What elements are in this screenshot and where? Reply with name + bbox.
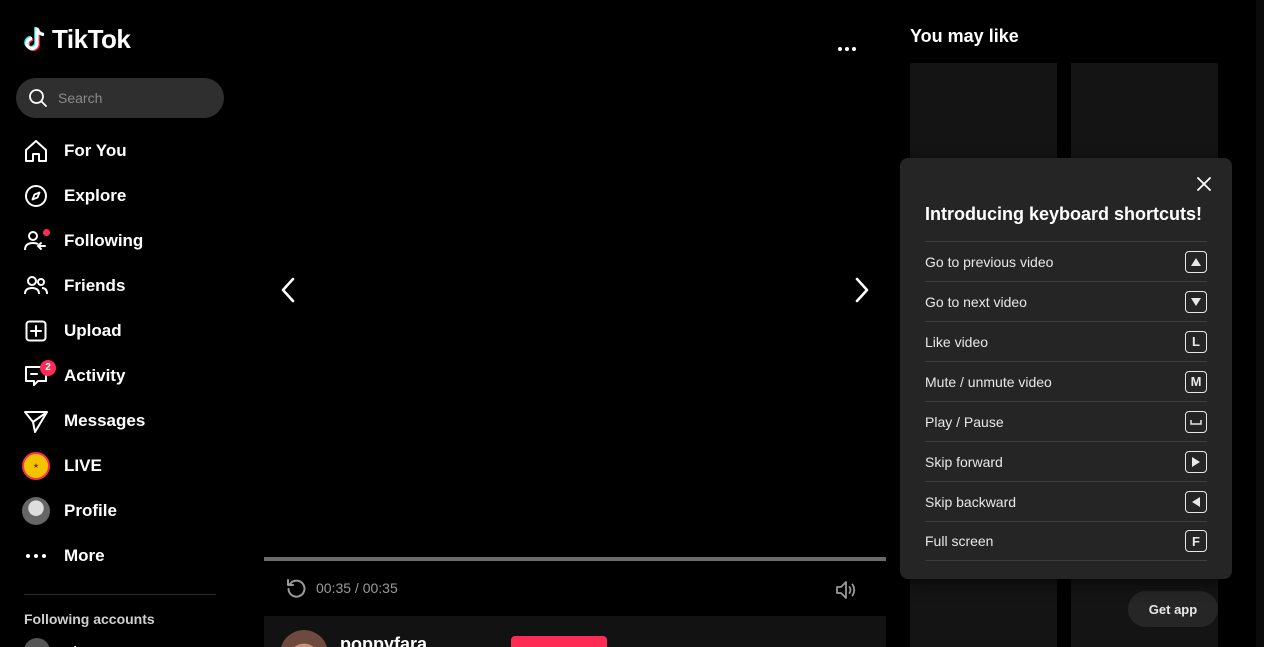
search-box[interactable]	[16, 78, 224, 118]
follow-button[interactable]	[511, 636, 607, 647]
sidebar: TikTok For You Explore Following	[0, 0, 240, 647]
messages-icon	[22, 407, 50, 435]
search-input[interactable]	[58, 90, 208, 106]
shortcut-row: Skip forward	[925, 441, 1207, 481]
friends-icon	[22, 272, 50, 300]
video-controls: 00:35 / 00:35	[264, 568, 886, 608]
shortcut-label: Mute / unmute video	[925, 373, 1052, 390]
volume-icon[interactable]	[834, 578, 858, 602]
nav-item-friends[interactable]: Friends	[22, 263, 222, 308]
nav-label: Activity	[64, 365, 126, 385]
nav-label: Upload	[64, 320, 122, 340]
nav-item-for-you[interactable]: For You	[22, 128, 222, 173]
compass-icon	[22, 182, 50, 210]
following-account-item[interactable]: rajesa	[24, 638, 100, 647]
video-progress-bar[interactable]	[264, 557, 886, 561]
shortcut-label: Skip forward	[925, 453, 1003, 470]
key-right-icon	[1185, 450, 1207, 473]
nav-item-live[interactable]: ★ LIVE	[22, 443, 222, 488]
shortcut-row: Play / Pause	[925, 401, 1207, 441]
popup-title: Introducing keyboard shortcuts!	[925, 204, 1203, 224]
shortcut-label: Full screen	[925, 533, 994, 549]
author-bar: poppyfara	[264, 616, 886, 647]
shortcut-row: Go to next video	[925, 281, 1207, 321]
nav-item-upload[interactable]: Upload	[22, 308, 222, 353]
tiktok-logo[interactable]: TikTok	[22, 24, 131, 55]
scrollbar[interactable]	[1256, 0, 1264, 647]
shortcut-row: Mute / unmute video M	[925, 361, 1207, 401]
key-f: F	[1185, 530, 1207, 552]
nav-label: Following	[64, 230, 144, 250]
shortcut-row: Full screen F	[925, 521, 1207, 561]
key-l: L	[1185, 330, 1207, 353]
previous-video-arrow[interactable]	[272, 274, 304, 306]
shortcut-row: Go to previous video	[925, 241, 1207, 281]
shortcut-row: Skip backward	[925, 481, 1207, 521]
nav-item-messages[interactable]: Messages	[22, 398, 222, 443]
key-left-icon	[1185, 490, 1207, 513]
nav-label: For You	[64, 140, 127, 160]
nav-item-profile[interactable]: Profile	[22, 488, 222, 533]
video-progress-fill	[264, 557, 886, 561]
search-icon	[29, 89, 47, 107]
profile-avatar	[22, 496, 50, 525]
more-options-icon[interactable]	[834, 36, 860, 62]
shortcut-label: Go to next video	[925, 293, 1027, 310]
key-down-icon	[1185, 290, 1207, 313]
author-avatar[interactable]	[280, 630, 328, 647]
replay-icon[interactable]	[284, 576, 308, 600]
profile-avatar-image	[22, 496, 50, 525]
nav-item-explore[interactable]: Explore	[22, 173, 222, 218]
nav-label: Explore	[64, 185, 127, 205]
nav-label: LIVE	[64, 455, 102, 475]
shortcut-label: Skip backward	[925, 493, 1017, 510]
live-avatar-image: ★	[22, 451, 50, 480]
shortcut-label: Go to previous video	[925, 253, 1054, 270]
next-video-arrow[interactable]	[846, 274, 878, 306]
video-time: 00:35 / 00:35	[316, 580, 398, 596]
nav-label: Messages	[64, 410, 146, 430]
video-player[interactable]	[264, 0, 886, 560]
shortcut-label: Play / Pause	[925, 413, 1004, 430]
close-icon[interactable]	[1194, 174, 1214, 194]
home-icon	[22, 137, 50, 165]
nav-label: Profile	[64, 500, 117, 520]
following-account-avatar	[24, 638, 50, 647]
upload-icon	[22, 317, 50, 345]
shortcut-list: Go to previous video Go to next video Li…	[925, 241, 1207, 561]
key-space-icon	[1185, 410, 1207, 433]
get-app-button[interactable]: Get app	[1128, 591, 1218, 627]
nav-item-following[interactable]: Following	[22, 218, 222, 263]
activity-badge: 2	[40, 359, 56, 376]
key-up-icon	[1185, 250, 1207, 273]
nav-item-activity[interactable]: 2 Activity	[22, 353, 222, 398]
key-m: M	[1185, 370, 1207, 393]
main-nav: For You Explore Following Friends Upload…	[22, 128, 222, 578]
nav-label: More	[64, 545, 105, 565]
following-accounts-title: Following accounts	[24, 611, 155, 627]
following-icon	[22, 227, 50, 255]
sidebar-divider	[24, 594, 216, 595]
notification-dot	[43, 228, 50, 236]
chevron-right-icon	[855, 277, 869, 303]
tiktok-note-icon	[24, 26, 45, 51]
you-may-like-title: You may like	[910, 26, 1019, 46]
keyboard-shortcuts-popup: Introducing keyboard shortcuts! Go to pr…	[900, 158, 1232, 579]
chevron-left-icon	[281, 277, 295, 303]
shortcut-label: Like video	[925, 333, 989, 350]
more-icon	[22, 542, 50, 570]
live-avatar: ★	[22, 451, 50, 480]
nav-label: Friends	[64, 275, 126, 295]
author-name[interactable]: poppyfara	[340, 634, 427, 647]
activity-icon: 2	[22, 359, 56, 390]
shortcut-row: Like video L	[925, 321, 1207, 361]
following-account-name: rajesa	[60, 643, 100, 647]
logo-text: TikTok	[52, 24, 131, 54]
nav-item-more[interactable]: More	[22, 533, 222, 578]
